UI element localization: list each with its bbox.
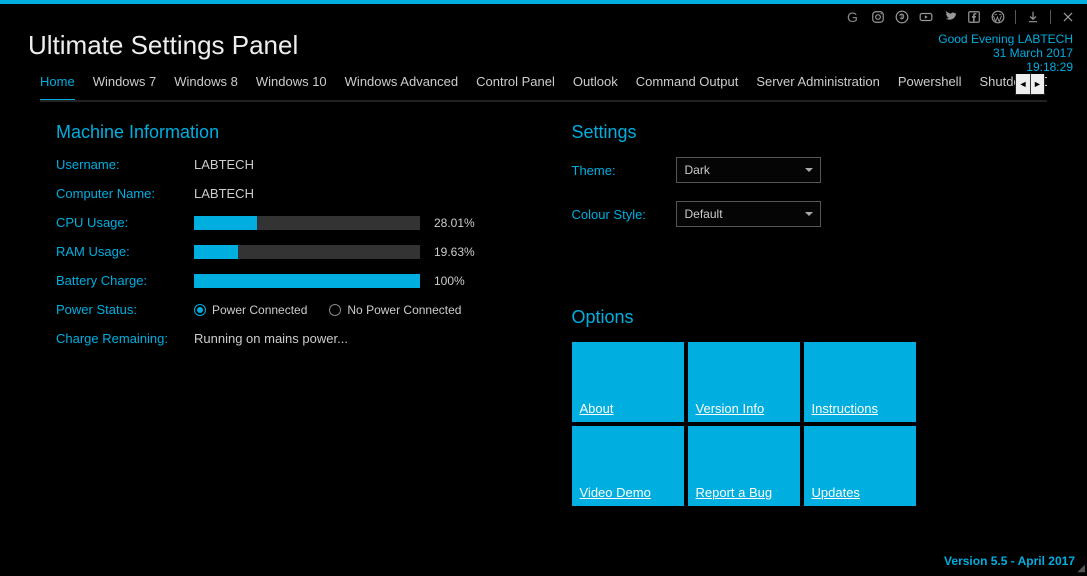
tile-version-info[interactable]: Version Info xyxy=(688,342,800,422)
battery-bar xyxy=(194,274,420,288)
wordpress-icon[interactable] xyxy=(991,10,1005,24)
youtube-icon[interactable] xyxy=(919,10,933,24)
charge-remaining-label: Charge Remaining: xyxy=(56,331,194,346)
tile-instructions[interactable]: Instructions xyxy=(804,342,916,422)
username-value: LABTECH xyxy=(194,157,254,172)
download-icon[interactable] xyxy=(1026,10,1040,24)
tile-video-demo[interactable]: Video Demo xyxy=(572,426,684,506)
separator xyxy=(1050,10,1051,24)
cpu-usage-value: 28.01% xyxy=(434,216,475,230)
computer-name-label: Computer Name: xyxy=(56,186,194,201)
tab-home[interactable]: Home xyxy=(40,74,75,102)
cpu-usage-label: CPU Usage: xyxy=(56,215,194,230)
battery-charge-label: Battery Charge: xyxy=(56,273,194,288)
tab-bar: Home Windows 7 Windows 8 Windows 10 Windows … xyxy=(40,74,1047,102)
tab-scroll-left[interactable]: ◄ xyxy=(1016,74,1030,94)
close-icon[interactable] xyxy=(1061,10,1075,24)
computer-name-value: LABTECH xyxy=(194,186,254,201)
ram-bar xyxy=(194,245,420,259)
tab-windows-10[interactable]: Windows 10 xyxy=(256,74,327,100)
tile-report-a-bug[interactable]: Report a Bug xyxy=(688,426,800,506)
tile-about[interactable]: About xyxy=(572,342,684,422)
options-heading: Options xyxy=(572,307,1048,328)
separator xyxy=(1015,10,1016,24)
greeting-time: 19:18:29 xyxy=(938,60,1073,74)
twitter-icon[interactable] xyxy=(943,10,957,24)
chevron-down-icon xyxy=(804,165,814,175)
username-label: Username: xyxy=(56,157,194,172)
facebook-icon[interactable] xyxy=(967,10,981,24)
tab-powershell[interactable]: Powershell xyxy=(898,74,962,100)
tab-command-output[interactable]: Command Output xyxy=(636,74,739,100)
header-icons: G xyxy=(847,10,1075,24)
greeting-line: Good Evening LABTECH xyxy=(938,32,1073,46)
tab-scroll-arrows: ◄ ► xyxy=(1015,74,1045,95)
ram-usage-value: 19.63% xyxy=(434,245,475,259)
no-power-connected-radio[interactable]: No Power Connected xyxy=(329,303,461,317)
right-column: Settings Theme: Dark Colour Style: Defau… xyxy=(572,122,1048,506)
power-status-label: Power Status: xyxy=(56,302,194,317)
theme-label: Theme: xyxy=(572,163,676,178)
machine-info-heading: Machine Information xyxy=(56,122,532,143)
pinterest-icon[interactable] xyxy=(895,10,909,24)
app-title: Ultimate Settings Panel xyxy=(28,30,298,61)
ram-usage-label: RAM Usage: xyxy=(56,244,194,259)
tab-windows-advanced[interactable]: Windows Advanced xyxy=(345,74,458,100)
footer-version: Version 5.5 - April 2017 xyxy=(944,554,1075,568)
instagram-icon[interactable] xyxy=(871,10,885,24)
colour-style-select[interactable]: Default xyxy=(676,201,821,227)
greeting-date: 31 March 2017 xyxy=(938,46,1073,60)
power-connected-radio[interactable]: Power Connected xyxy=(194,303,307,317)
option-tiles: AboutVersion InfoInstructions Video DemoR… xyxy=(572,342,922,506)
resize-grip[interactable]: ◢ xyxy=(1077,563,1085,574)
tab-server-administration[interactable]: Server Administration xyxy=(756,74,880,100)
tab-control-panel[interactable]: Control Panel xyxy=(476,74,555,100)
theme-select[interactable]: Dark xyxy=(676,157,821,183)
chevron-down-icon xyxy=(804,209,814,219)
colour-style-label: Colour Style: xyxy=(572,207,676,222)
tab-scroll-right[interactable]: ► xyxy=(1030,74,1044,94)
machine-info-panel: Machine Information Username:LABTECH Com… xyxy=(56,122,532,506)
settings-heading: Settings xyxy=(572,122,1048,143)
charge-remaining-value: Running on mains power... xyxy=(194,331,348,346)
tab-outlook[interactable]: Outlook xyxy=(573,74,618,100)
cpu-bar xyxy=(194,216,420,230)
tab-windows-7[interactable]: Windows 7 xyxy=(93,74,157,100)
tile-updates[interactable]: Updates xyxy=(804,426,916,506)
google-icon[interactable]: G xyxy=(847,10,861,24)
greeting-block: Good Evening LABTECH 31 March 2017 19:18… xyxy=(938,32,1073,74)
battery-charge-value: 100% xyxy=(434,274,465,288)
tab-windows-8[interactable]: Windows 8 xyxy=(174,74,238,100)
